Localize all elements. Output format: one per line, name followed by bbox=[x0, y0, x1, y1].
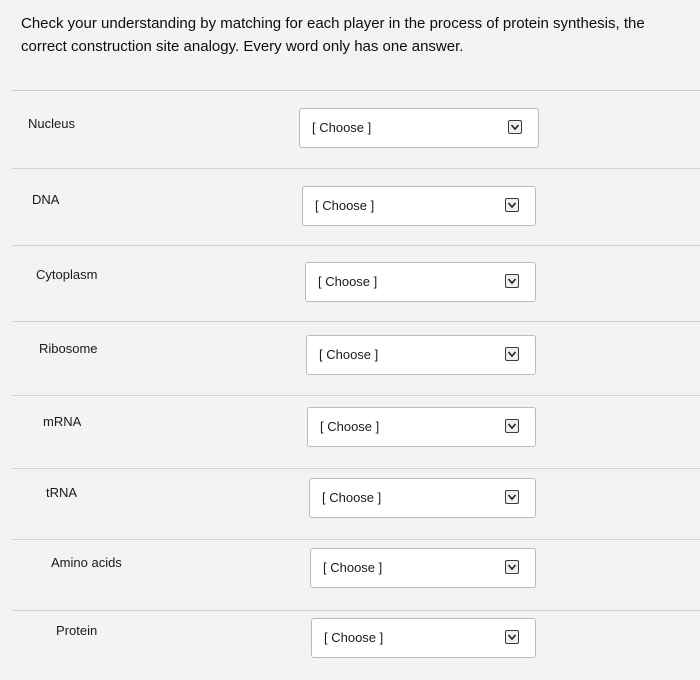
answer-dropdown[interactable]: [ Choose ] bbox=[305, 262, 536, 302]
term-label: mRNA bbox=[43, 414, 82, 429]
dropdown-value: [ Choose ] bbox=[319, 347, 379, 362]
dropdown-value: [ Choose ] bbox=[322, 490, 382, 505]
chevron-down-icon bbox=[505, 419, 519, 433]
answer-dropdown[interactable]: [ Choose ] bbox=[306, 335, 536, 375]
answer-dropdown[interactable]: [ Choose ] bbox=[310, 548, 536, 588]
dropdown-value: [ Choose ] bbox=[320, 419, 380, 434]
match-row-amino-acids: Amino acids [ Choose ] bbox=[12, 536, 700, 611]
chevron-down-icon bbox=[505, 490, 519, 504]
term-label: Cytoplasm bbox=[36, 267, 98, 282]
term-label: tRNA bbox=[46, 485, 78, 500]
dropdown-value: [ Choose ] bbox=[312, 120, 372, 135]
match-row-mrna: mRNA [ Choose ] bbox=[12, 394, 700, 469]
match-row-protein: Protein [ Choose ] bbox=[12, 606, 700, 680]
instructions-line-2: correct construction site analogy. Every… bbox=[21, 38, 464, 55]
term-label: Nucleus bbox=[28, 116, 75, 131]
answer-dropdown[interactable]: [ Choose ] bbox=[309, 478, 536, 518]
match-row-ribosome: Ribosome [ Choose ] bbox=[12, 321, 700, 396]
chevron-down-icon bbox=[505, 274, 519, 288]
chevron-down-icon bbox=[505, 198, 519, 212]
match-row-dna: DNA [ Choose ] bbox=[12, 171, 700, 246]
match-row-trna: tRNA [ Choose ] bbox=[12, 465, 700, 540]
term-label: DNA bbox=[32, 192, 60, 207]
match-row-nucleus: Nucleus [ Choose ] bbox=[12, 94, 700, 169]
chevron-down-icon bbox=[505, 347, 519, 361]
dropdown-value: [ Choose ] bbox=[324, 630, 384, 645]
dropdown-value: [ Choose ] bbox=[315, 198, 375, 213]
term-label: Protein bbox=[56, 623, 98, 638]
term-label: Ribosome bbox=[39, 341, 98, 356]
chevron-down-icon bbox=[508, 120, 522, 134]
dropdown-value: [ Choose ] bbox=[318, 274, 378, 289]
term-label: Amino acids bbox=[51, 555, 122, 570]
instructions-line-1: Check your understanding by matching for… bbox=[21, 15, 645, 32]
answer-dropdown[interactable]: [ Choose ] bbox=[307, 407, 536, 447]
match-row-cytoplasm: Cytoplasm [ Choose ] bbox=[12, 247, 700, 322]
dropdown-value: [ Choose ] bbox=[323, 560, 383, 575]
answer-dropdown[interactable]: [ Choose ] bbox=[302, 186, 536, 226]
question-divider bbox=[12, 90, 700, 91]
answer-dropdown[interactable]: [ Choose ] bbox=[311, 618, 536, 658]
answer-dropdown[interactable]: [ Choose ] bbox=[299, 108, 539, 148]
instructions-text: Check your understanding by matching for… bbox=[21, 12, 700, 58]
chevron-down-icon bbox=[505, 560, 519, 574]
chevron-down-icon bbox=[505, 630, 519, 644]
